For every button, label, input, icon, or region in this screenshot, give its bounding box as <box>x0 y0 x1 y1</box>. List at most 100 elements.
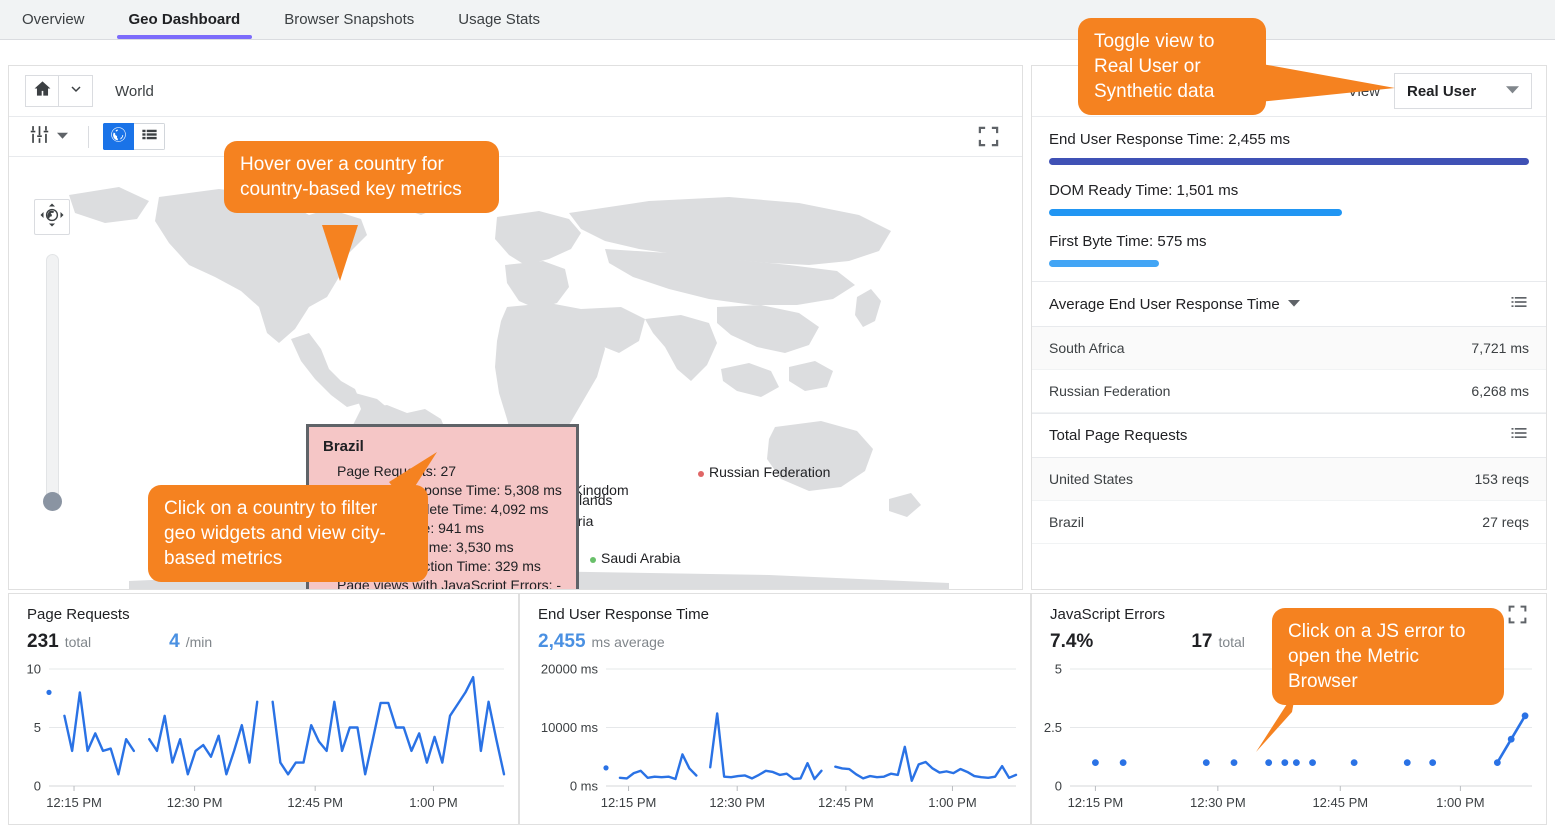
map-pan-control[interactable] <box>34 199 70 235</box>
map-zoom-slider[interactable] <box>46 254 59 509</box>
list-title-text: Total Page Requests <box>1049 427 1188 444</box>
chart-point[interactable] <box>1230 759 1238 766</box>
chart-point[interactable] <box>1292 759 1300 766</box>
list-item-name: Brazil <box>1049 514 1085 530</box>
stat-error-total-value: 17 <box>1191 631 1213 652</box>
filter-sliders-icon <box>27 122 52 152</box>
map-country-marker[interactable] <box>590 557 596 563</box>
list-menu-icon[interactable] <box>1509 292 1529 317</box>
list-item[interactable]: Brazil 27 reqs <box>1032 501 1546 544</box>
callout-hover-country-text: Hover over a country for country-based k… <box>240 154 462 200</box>
chart-point[interactable] <box>1309 759 1316 766</box>
chart-x-tick: 12:15 PM <box>1068 795 1124 810</box>
callout-js-error: Click on a JS error to open the Metric B… <box>1272 608 1504 705</box>
callout-toggle-view-text: Toggle view to Real User or Synthetic da… <box>1094 31 1215 102</box>
stat-average-value: 2,455 <box>538 631 586 652</box>
tab-usage-stats[interactable]: Usage Stats <box>436 0 562 39</box>
chart-y-tick: 10000 ms <box>541 720 599 735</box>
kpi-label: First Byte Time: 575 ms <box>1049 233 1207 250</box>
map-breadcrumb-bar: World <box>9 66 1022 117</box>
tab-overview[interactable]: Overview <box>0 0 107 39</box>
map-country-label: Saudi Arabia <box>601 550 681 566</box>
chart-point[interactable] <box>1281 759 1289 766</box>
list-menu-icon[interactable] <box>1509 423 1529 448</box>
chart-y-tick: 20000 ms <box>541 662 599 677</box>
globe-view-button[interactable] <box>103 123 134 150</box>
chart-point <box>46 689 52 695</box>
chart-point[interactable] <box>1119 759 1127 766</box>
list-item-name: Russian Federation <box>1049 383 1171 399</box>
chart-line <box>271 675 506 776</box>
home-button[interactable] <box>25 75 59 107</box>
kpi-label: End User Response Time: 2,455 ms <box>1049 131 1290 148</box>
list-item[interactable]: United States 153 reqs <box>1032 458 1546 501</box>
kpi-bar-first-byte-time <box>1049 260 1160 267</box>
breadcrumb-dropdown-button[interactable] <box>59 75 93 107</box>
chart-point[interactable] <box>1350 759 1358 766</box>
chart-x-tick: 12:45 PM <box>818 795 874 810</box>
chart-x-tick: 12:45 PM <box>287 795 343 810</box>
list-header-avg-response: Average End User Response Time <box>1032 282 1546 327</box>
chart-y-tick: 0 <box>1055 779 1062 794</box>
chart-x-tick: 12:30 PM <box>167 795 223 810</box>
chart-point[interactable] <box>1429 759 1437 766</box>
end-user-response-time-plot[interactable]: 0 ms 10000 ms 20000 ms 12:15 PM 12:30 PM 12:4… <box>520 661 1030 821</box>
callout-js-error-text: Click on a JS error to open the Metric B… <box>1288 621 1466 692</box>
map-toolbar <box>9 117 1022 157</box>
kpi-bar-end-user-response-time <box>1049 158 1529 165</box>
chart-y-tick: 0 ms <box>570 779 599 794</box>
chart-x-tick: 12:30 PM <box>709 795 765 810</box>
page-requests-plot[interactable]: 0 5 10 12:15 PM 12:30 PM 12:45 PM 1:00 PM <box>9 661 518 821</box>
chart-point[interactable] <box>1403 759 1411 766</box>
list-item-name: South Africa <box>1049 340 1125 356</box>
chart-point[interactable] <box>1202 759 1210 766</box>
list-item[interactable]: Russian Federation 6,268 ms <box>1032 370 1546 413</box>
tab-geo-dashboard-label: Geo Dashboard <box>128 11 241 28</box>
kpi-bar-dom-ready-time <box>1049 209 1342 216</box>
chart-point[interactable] <box>1092 759 1099 766</box>
page-requests-chart-card: Page Requests 231 total 4 /min 0 5 10 12:15… <box>8 593 519 825</box>
chart-line <box>834 745 1018 782</box>
list-title[interactable]: Average End User Response Time <box>1049 296 1300 313</box>
chevron-down-icon <box>68 81 84 102</box>
caret-down-icon <box>57 128 68 146</box>
chart-x-tick: 1:00 PM <box>928 795 976 810</box>
tab-browser-snapshots[interactable]: Browser Snapshots <box>262 0 436 39</box>
chart-x-tick: 1:00 PM <box>409 795 457 810</box>
callout-hover-country: Hover over a country for country-based k… <box>224 141 499 213</box>
chart-line <box>1496 714 1527 764</box>
chart-title: End User Response Time <box>538 606 709 623</box>
list-view-button[interactable] <box>134 123 165 150</box>
map-fullscreen-button[interactable] <box>977 125 1000 153</box>
chart-y-tick: 10 <box>27 662 41 677</box>
toolbar-divider <box>88 125 89 148</box>
list-title[interactable]: Total Page Requests <box>1049 427 1187 444</box>
list-item-value: 7,721 ms <box>1471 340 1529 356</box>
chart-title: Page Requests <box>27 606 130 623</box>
callout-click-country-text: Click on a country to filter geo widgets… <box>164 498 386 569</box>
callout-toggle-view: Toggle view to Real User or Synthetic da… <box>1078 18 1266 115</box>
map-zoom-slider-handle[interactable] <box>43 492 62 511</box>
pan-globe-icon <box>39 202 65 233</box>
js-errors-fullscreen-button[interactable] <box>1507 604 1528 630</box>
breadcrumb-current[interactable]: World <box>115 83 154 100</box>
map-nav-buttons <box>25 75 93 107</box>
stat-error-rate-value: 7.4% <box>1050 631 1094 652</box>
key-metrics-block: End User Response Time: 2,455 ms DOM Rea… <box>1032 117 1546 282</box>
chart-x-tick: 12:30 PM <box>1190 795 1246 810</box>
map-view-toggle <box>103 123 165 150</box>
list-item-name: United States <box>1049 471 1134 487</box>
tab-geo-dashboard[interactable]: Geo Dashboard <box>107 0 263 39</box>
list-item[interactable]: South Africa 7,721 ms <box>1032 327 1546 370</box>
stat-total-value: 231 <box>27 631 59 652</box>
chart-x-tick: 12:15 PM <box>46 795 102 810</box>
chart-line <box>148 700 259 776</box>
map-country-marker[interactable] <box>698 471 704 477</box>
globe-icon <box>109 125 128 149</box>
filter-button[interactable] <box>21 122 74 152</box>
chart-x-tick: 1:00 PM <box>1436 795 1484 810</box>
chart-stats: 231 total 4 /min <box>9 623 518 653</box>
chart-point[interactable] <box>1265 759 1273 766</box>
chart-line <box>63 691 136 776</box>
end-user-response-time-chart-card: End User Response Time 2,455 ms average … <box>519 593 1031 825</box>
